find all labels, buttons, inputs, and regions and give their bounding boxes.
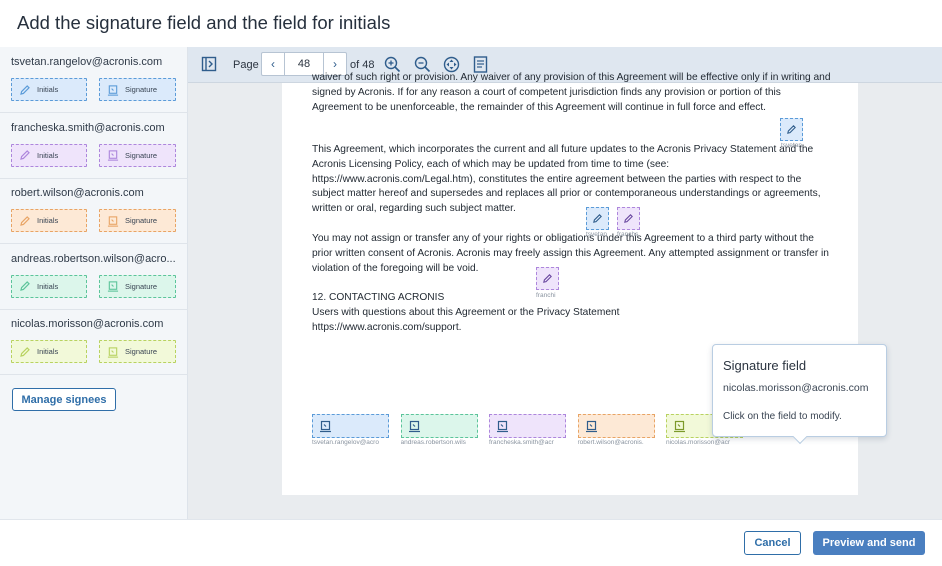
- paragraph-waiver: waiver of such right or provision. Any w…: [312, 72, 831, 113]
- pencil-icon: [19, 215, 31, 227]
- pencil-icon: [19, 84, 31, 96]
- signature-field[interactable]: [577, 414, 655, 438]
- signee-email: nicolas.morisson@acronis.com: [11, 318, 164, 330]
- initials-chip[interactable]: Initials: [11, 340, 87, 363]
- signature-icon: [673, 420, 686, 433]
- prev-page-button[interactable]: ‹: [262, 53, 284, 75]
- signee-row: nicolas.morisson@acronis.com Initials Sign…: [0, 309, 188, 375]
- signee-row: tsvetan.rangelov@acronis.com Initials Sign…: [0, 47, 188, 113]
- signature-field[interactable]: [400, 414, 478, 438]
- pencil-icon: [19, 346, 31, 358]
- signee-email: robert.wilson@acronis.com: [11, 187, 144, 199]
- signature-icon: [585, 420, 598, 433]
- signature-field-caption: tsvetan.rangelov@acro: [312, 439, 379, 446]
- signature-chip[interactable]: Signature: [99, 340, 176, 363]
- signee-row: robert.wilson@acronis.com Initials Signatu…: [0, 178, 188, 244]
- page-count-label: of 48: [350, 59, 375, 71]
- page-title: Add the signature field and the field fo…: [17, 12, 391, 33]
- initials-field[interactable]: [617, 207, 640, 230]
- initials-field[interactable]: [536, 267, 559, 290]
- tooltip-title: Signature field: [723, 358, 807, 373]
- toggle-sidebar-icon[interactable]: [200, 55, 218, 73]
- paragraph-entire-agreement: This Agreement, which incorporates the c…: [312, 144, 821, 215]
- pencil-icon: [624, 214, 633, 223]
- footer: Cancel Preview and send: [0, 519, 942, 566]
- pencil-icon: [19, 280, 31, 292]
- signee-email: andreas.robertson.wilson@acro...: [11, 252, 176, 265]
- tooltip-hint: Click on the field to modify.: [723, 411, 842, 422]
- signature-chip[interactable]: Signature: [99, 274, 176, 298]
- signature-field-tooltip: Signature field nicolas.morisson@acronis…: [712, 344, 887, 445]
- signature-icon: [408, 420, 421, 433]
- pencil-icon: [593, 214, 602, 223]
- signature-field-caption: francheska.smith@acr: [489, 439, 554, 446]
- initials-chip-label: Initials: [37, 216, 59, 225]
- initials-chip[interactable]: Initials: [11, 274, 87, 298]
- paragraph-support-link: https://www.acronis.com/support.: [312, 322, 462, 333]
- paragraph-contacting: Users with questions about this Agreemen…: [312, 307, 620, 318]
- initials-chip[interactable]: Initials: [11, 143, 87, 167]
- signee-row: francheska.smith@acronis.com Initials Sign…: [0, 113, 188, 179]
- signature-field[interactable]: [312, 414, 389, 438]
- pencil-icon: [19, 149, 31, 161]
- initials-caption: franchs: [617, 231, 639, 238]
- signature-chip[interactable]: Signature: [99, 78, 176, 101]
- signee-row: andreas.robertson.wilson@acro... Initials…: [0, 244, 188, 310]
- signee-email: francheska.smith@acronis.com: [11, 121, 165, 134]
- cancel-button[interactable]: Cancel: [744, 531, 801, 555]
- signature-icon: [107, 84, 119, 96]
- pencil-icon: [543, 274, 552, 283]
- signee-email: tsvetan.rangelov@acronis.com: [11, 56, 163, 68]
- signature-field-caption: robert.wilson@acronis.: [577, 439, 644, 446]
- signature-chip-label: Signature: [125, 216, 158, 225]
- initials-field[interactable]: [586, 207, 609, 230]
- signature-field-caption: nicolas.morisson@acr: [666, 439, 731, 446]
- document-viewer: Page ‹ 48 › of 48 waiver of such right o…: [188, 47, 942, 519]
- tooltip-email: nicolas.morisson@acronis.com: [723, 382, 869, 394]
- manage-signees-button[interactable]: Manage signees: [12, 388, 116, 411]
- signature-icon: [496, 420, 509, 433]
- initials-caption: tsvetan: [781, 142, 802, 149]
- document-page: waiver of such right or provision. Any w…: [282, 72, 887, 495]
- signature-icon: [107, 280, 119, 292]
- tooltip-arrow: [792, 429, 808, 445]
- initials-chip[interactable]: Initials: [11, 209, 87, 232]
- signature-chip-label: Signature: [125, 85, 158, 94]
- page-label: Page: [233, 59, 259, 71]
- signature-chip[interactable]: Signature: [99, 209, 176, 232]
- initials-chip-label: Initials: [37, 281, 59, 291]
- signature-icon: [319, 420, 332, 433]
- initials-chip[interactable]: Initials: [11, 78, 87, 101]
- section-heading: 12. CONTACTING ACRONIS: [312, 292, 445, 303]
- preview-and-send-button[interactable]: Preview and send: [813, 531, 925, 555]
- signature-chip-label: Signature: [125, 281, 158, 291]
- signature-chip-label: Signature: [125, 150, 158, 160]
- signature-chip[interactable]: Signature: [99, 143, 176, 167]
- signees-sidebar: tsvetan.rangelov@acronis.com Initials Sign…: [0, 47, 188, 519]
- signature-chip-label: Signature: [125, 347, 158, 356]
- signature-field[interactable]: [489, 414, 566, 438]
- initials-caption: franchi: [536, 292, 556, 299]
- initials-caption: tsvetan: [586, 231, 607, 238]
- initials-chip-label: Initials: [37, 347, 59, 356]
- signature-icon: [107, 215, 119, 227]
- initials-chip-label: Initials: [37, 85, 59, 94]
- initials-chip-label: Initials: [37, 150, 59, 160]
- signature-icon: [107, 346, 119, 358]
- signature-field-caption: andreas.robertson.wils: [400, 439, 466, 446]
- signature-icon: [107, 149, 119, 161]
- initials-field[interactable]: [780, 118, 803, 141]
- pencil-icon: [787, 125, 796, 134]
- paragraph-assignment: You may not assign or transfer any of yo…: [312, 233, 829, 274]
